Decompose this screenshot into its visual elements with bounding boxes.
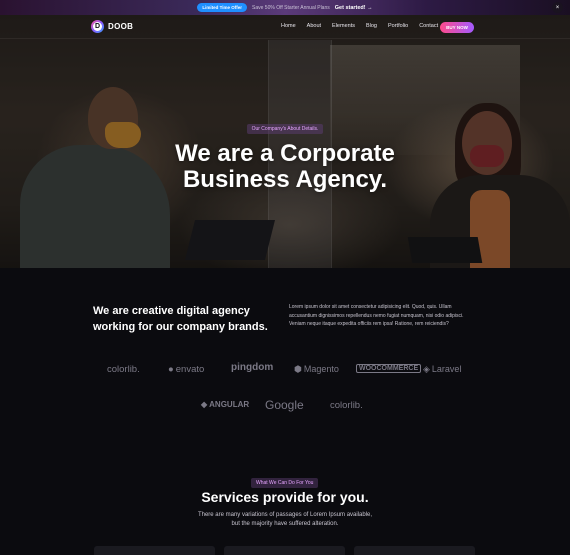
brand-logo-colorlib-2: colorlib. — [330, 400, 363, 411]
offer-text: Save 50% Off Starter Annual Plans — [252, 4, 330, 11]
services-desc-line-2: but the majority have suffered alteratio… — [231, 521, 339, 527]
nav-item-elements[interactable]: Elements — [332, 23, 355, 29]
service-card-3[interactable] — [354, 546, 475, 555]
nav-item-about[interactable]: About — [307, 23, 321, 29]
hero-subtitle-badge: Our Company's About Details. — [246, 124, 324, 134]
laravel-cube-icon: ◈ — [423, 364, 430, 374]
services-subtitle-badge: What We Can Do For You — [251, 478, 319, 488]
intro-heading: We are creative digital agency working f… — [93, 305, 268, 333]
logo-text: DOOB — [108, 22, 134, 31]
close-icon[interactable]: × — [552, 2, 563, 13]
hero-content: Our Company's About Details. We are a Co… — [0, 117, 570, 193]
brand-angular-text: ANGULAR — [209, 400, 250, 409]
hero-title: We are a Corporate Business Agency. — [0, 141, 570, 193]
angular-shield-icon: ◆ — [201, 400, 208, 409]
brand-woocommerce-text: WOOCOMMERCE — [359, 365, 419, 372]
hero-woman-shirt — [470, 190, 510, 268]
hero-title-line-2: Business Agency. — [182, 166, 388, 193]
hero-laptop-left — [185, 220, 275, 260]
nav-item-contact[interactable]: Contact — [419, 23, 438, 29]
intro-paragraph: Lorem ipsum dolor sit amet consectetur a… — [289, 304, 464, 327]
services-description: There are many variations of passages of… — [0, 511, 570, 529]
buy-now-button[interactable]: BUY NOW — [440, 22, 474, 33]
brand-colorlib-2-text: colorlib. — [330, 400, 363, 411]
brand-google-text: Google — [265, 398, 304, 412]
nav-item-blog[interactable]: Blog — [366, 23, 377, 29]
brand-logo-envato: ● envato — [168, 364, 204, 375]
hero-tablet-right — [407, 237, 483, 263]
brand-laravel-text: Laravel — [431, 364, 462, 374]
main-header: D DOOB Home About Elements Blog Portfoli… — [0, 15, 570, 39]
logo-letter: D — [93, 22, 102, 31]
brand-colorlib-text: colorlib. — [107, 364, 140, 375]
brand-pingdom-text: pingdom — [231, 362, 274, 373]
brand-logo-woocommerce: WOOCOMMERCE — [356, 364, 422, 373]
magento-hexagon-icon: ⬢ — [294, 364, 302, 374]
offer-badge[interactable]: Limited Time Offer — [197, 3, 248, 12]
announcement-bar: Limited Time Offer Save 50% Off Starter … — [0, 0, 570, 15]
brand-logo-colorlib: colorlib. — [107, 364, 140, 375]
services-title: Services provide for you. — [201, 489, 369, 505]
brand-logo-pingdom: pingdom — [231, 362, 273, 373]
service-card-1[interactable] — [94, 546, 215, 555]
get-started-link[interactable]: Get started! → — [335, 5, 373, 11]
logo-icon: D — [91, 20, 104, 33]
brand-logo-magento: ⬢ Magento — [294, 364, 339, 375]
brand-envato-text: envato — [175, 364, 205, 375]
logo[interactable]: D DOOB — [91, 20, 133, 33]
service-card-2[interactable] — [224, 546, 345, 555]
hero-title-line-1: We are a Corporate — [175, 140, 395, 167]
brand-logo-laravel: ◈ Laravel — [423, 364, 461, 375]
nav-menu: Home About Elements Blog Portfolio Conta… — [281, 23, 438, 29]
nav-item-home[interactable]: Home — [281, 23, 296, 29]
brand-logo-google: Google — [265, 398, 304, 412]
brand-logo-angular: ◆ ANGULAR — [201, 400, 249, 409]
brand-magento-text: Magento — [303, 364, 339, 374]
services-desc-line-1: There are many variations of passages of… — [197, 512, 373, 518]
envato-leaf-icon: ● — [168, 364, 174, 375]
nav-item-portfolio[interactable]: Portfolio — [388, 23, 408, 29]
